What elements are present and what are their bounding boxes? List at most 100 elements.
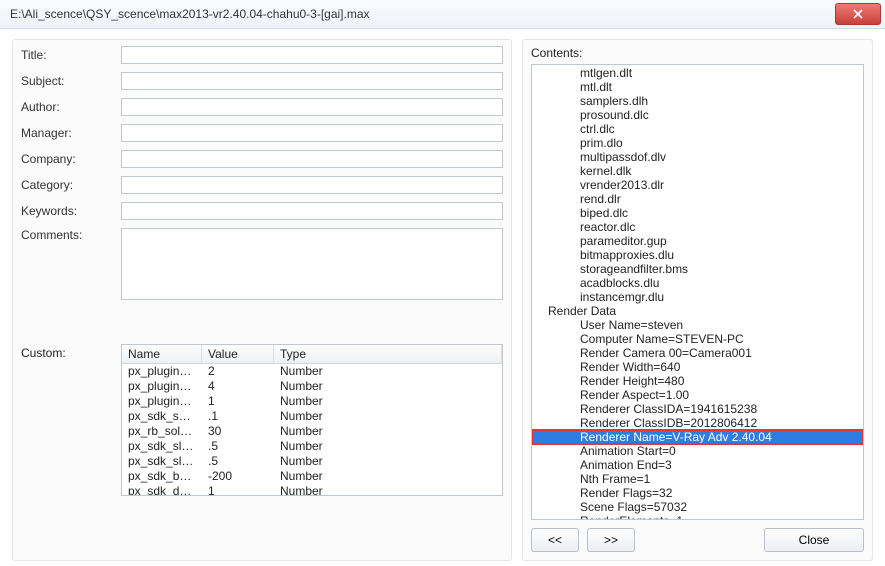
contents-label: Contents: — [531, 46, 864, 60]
table-row[interactable]: px_plugin_uni...4Number — [122, 379, 502, 394]
tree-item[interactable]: bitmapproxies.dlu — [532, 248, 863, 262]
table-row[interactable]: px_sdk_boun...-200Number — [122, 469, 502, 484]
tree-item[interactable]: Render Aspect=1.00 — [532, 388, 863, 402]
category-label: Category: — [21, 178, 121, 192]
tree-item[interactable]: parameditor.gup — [532, 234, 863, 248]
tree-item[interactable]: Animation Start=0 — [532, 444, 863, 458]
manager-input[interactable] — [121, 124, 503, 142]
close-button[interactable]: Close — [764, 528, 864, 552]
custom-header-value[interactable]: Value — [202, 345, 274, 363]
cell-value: 1 — [202, 394, 274, 409]
tree-item[interactable]: mtl.dlt — [532, 80, 863, 94]
tree-item[interactable]: vrender2013.dlr — [532, 178, 863, 192]
table-row[interactable]: px_sdk_dyna...1Number — [122, 484, 502, 496]
button-row: << >> Close — [531, 528, 864, 552]
cell-name: px_plugin_ve... — [122, 364, 202, 379]
keywords-row: Keywords: — [21, 202, 503, 220]
comments-row: Comments: — [21, 228, 503, 300]
author-input[interactable] — [121, 98, 503, 116]
spacer — [643, 528, 756, 552]
contents-panel: Contents: mtlgen.dltmtl.dltsamplers.dlhp… — [522, 39, 873, 561]
cell-type: Number — [274, 409, 502, 424]
custom-header-type[interactable]: Type — [274, 345, 502, 363]
tree-item[interactable]: samplers.dlh — [532, 94, 863, 108]
comments-textarea[interactable] — [121, 228, 503, 300]
category-row: Category: — [21, 176, 503, 194]
cell-value: .1 — [202, 409, 274, 424]
cell-value: -200 — [202, 469, 274, 484]
dialog-body: Title: Subject: Author: Manager: Company… — [0, 29, 885, 566]
keywords-input[interactable] — [121, 202, 503, 220]
tree-item[interactable]: Render Camera 00=Camera001 — [532, 346, 863, 360]
cell-name: px_rb_solverit... — [122, 424, 202, 439]
cell-type: Number — [274, 364, 502, 379]
tree-item[interactable]: reactor.dlc — [532, 220, 863, 234]
tree-item[interactable]: rend.dlr — [532, 192, 863, 206]
cell-name: px_plugin_uni... — [122, 379, 202, 394]
tree-item[interactable]: User Name=steven — [532, 318, 863, 332]
tree-item[interactable]: Scene Flags=57032 — [532, 500, 863, 514]
table-row[interactable]: px_plugin_ve...2Number — [122, 364, 502, 379]
tree-item[interactable]: prim.dlo — [532, 136, 863, 150]
cell-value: 4 — [202, 379, 274, 394]
table-row[interactable]: px_sdk_sleep....5Number — [122, 454, 502, 469]
tree-item[interactable]: ctrl.dlc — [532, 122, 863, 136]
cell-type: Number — [274, 469, 502, 484]
cell-value: 30 — [202, 424, 274, 439]
custom-table[interactable]: Name Value Type px_plugin_ve...2Numberpx… — [121, 344, 503, 496]
tree-item[interactable]: Animation End=3 — [532, 458, 863, 472]
tree-item[interactable]: prosound.dlc — [532, 108, 863, 122]
window: E:\Ali_scence\QSY_scence\max2013-vr2.40.… — [0, 0, 885, 566]
author-label: Author: — [21, 100, 121, 114]
tree-item-selected[interactable]: Renderer Name=V-Ray Adv 2.40.04 — [532, 430, 863, 444]
title-row: Title: — [21, 46, 503, 64]
tree-item[interactable]: Render Width=640 — [532, 360, 863, 374]
cell-type: Number — [274, 424, 502, 439]
cell-type: Number — [274, 439, 502, 454]
keywords-label: Keywords: — [21, 204, 121, 218]
category-input[interactable] — [121, 176, 503, 194]
cell-type: Number — [274, 394, 502, 409]
tree-item[interactable]: biped.dlc — [532, 206, 863, 220]
subject-row: Subject: — [21, 72, 503, 90]
tree-item[interactable]: Render Data — [532, 304, 863, 318]
tree-item[interactable]: instancemgr.dlu — [532, 290, 863, 304]
company-input[interactable] — [121, 150, 503, 168]
cell-value: 2 — [202, 364, 274, 379]
cell-name: px_sdk_dyna... — [122, 484, 202, 496]
contents-tree[interactable]: mtlgen.dltmtl.dltsamplers.dlhprosound.dl… — [531, 64, 864, 520]
custom-label: Custom: — [21, 344, 121, 496]
tree-item[interactable]: Renderer ClassIDB=2012806412 — [532, 416, 863, 430]
title-input[interactable] — [121, 46, 503, 64]
table-row[interactable]: px_rb_solverit...30Number — [122, 424, 502, 439]
custom-row: Custom: Name Value Type px_plugin_ve...2… — [21, 344, 503, 496]
tree-item[interactable]: acadblocks.dlu — [532, 276, 863, 290]
comments-label: Comments: — [21, 228, 121, 242]
tree-item[interactable]: mtlgen.dlt — [532, 66, 863, 80]
custom-header-name[interactable]: Name — [122, 345, 202, 363]
title-label: Title: — [21, 48, 121, 62]
subject-input[interactable] — [121, 72, 503, 90]
tree-item[interactable]: kernel.dlk — [532, 164, 863, 178]
cell-type: Number — [274, 484, 502, 496]
tree-item[interactable]: Renderer ClassIDA=1941615238 — [532, 402, 863, 416]
tree-item[interactable]: Render Height=480 — [532, 374, 863, 388]
tree-item[interactable]: multipassdof.dlv — [532, 150, 863, 164]
cell-type: Number — [274, 454, 502, 469]
cell-value: .5 — [202, 439, 274, 454]
cell-name: px_sdk_sleep... — [122, 454, 202, 469]
table-row[interactable]: px_sdk_sleep....5Number — [122, 439, 502, 454]
window-close-button[interactable] — [835, 3, 881, 25]
table-row[interactable]: px_plugin_uni...1Number — [122, 394, 502, 409]
tree-item[interactable]: RenderElements=1 — [532, 514, 863, 520]
tree-item[interactable]: Render Flags=32 — [532, 486, 863, 500]
tree-item[interactable]: Computer Name=STEVEN-PC — [532, 332, 863, 346]
next-button[interactable]: >> — [587, 528, 635, 552]
company-row: Company: — [21, 150, 503, 168]
table-row[interactable]: px_sdk_skin....1Number — [122, 409, 502, 424]
tree-item[interactable]: Nth Frame=1 — [532, 472, 863, 486]
prev-button[interactable]: << — [531, 528, 579, 552]
tree-item[interactable]: storageandfilter.bms — [532, 262, 863, 276]
author-row: Author: — [21, 98, 503, 116]
cell-name: px_plugin_uni... — [122, 394, 202, 409]
